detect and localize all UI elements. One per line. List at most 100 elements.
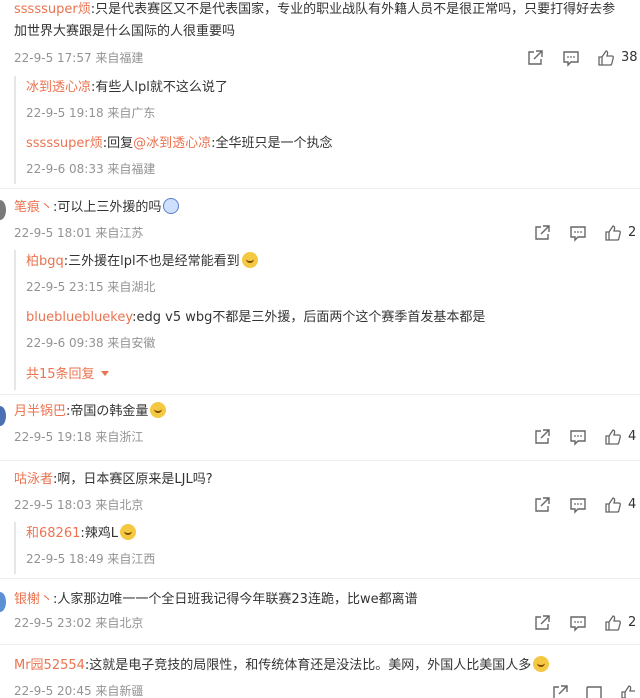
avatar[interactable] <box>0 406 6 426</box>
comment-icon <box>569 496 587 514</box>
comment-username[interactable]: 月半锅巴 <box>14 404 66 419</box>
reply-list: 冰到透心凉:有些人lpl就不这么说了 22-9-5 19:18 来自广东 sss… <box>14 76 640 184</box>
reply-prefix: :回复 <box>102 136 134 151</box>
comment-username[interactable]: sssssuper烦 <box>14 2 91 17</box>
like-icon <box>604 496 622 514</box>
reply-username[interactable]: 和68261 <box>26 526 80 541</box>
reply-username[interactable]: 冰到透心凉 <box>26 80 91 95</box>
reply-meta: 22-9-5 18:49 来自江西 <box>26 552 156 566</box>
avatar[interactable] <box>0 200 6 220</box>
like-count: 2 <box>628 615 637 630</box>
reply-list: 和68261:辣鸡L 22-9-5 18:49 来自江西 <box>14 522 640 574</box>
share-button[interactable] <box>533 428 551 446</box>
reply-item: bluebluebluekey:edg v5 wbg不都是三外援，后面两个这个赛… <box>26 308 485 328</box>
like-icon <box>604 428 622 446</box>
comment-icon <box>569 428 587 446</box>
like-button[interactable]: 4 <box>604 496 636 514</box>
share-button[interactable] <box>533 614 551 632</box>
comment-content: :啊，日本赛区原来是LJL吗? <box>53 472 213 487</box>
reply-meta: 22-9-5 23:15 来自湖北 <box>26 280 156 294</box>
reply-meta: 22-9-5 19:18 来自广东 <box>26 106 156 120</box>
reply-content: :辣鸡L <box>80 526 118 541</box>
reply-username[interactable]: bluebluebluekey <box>26 310 132 325</box>
reply-content: :edg v5 wbg不都是三外援，后面两个这个赛季首发基本都是 <box>132 310 486 325</box>
comment-button[interactable] <box>569 224 587 242</box>
share-icon <box>551 684 569 698</box>
caret-down-icon <box>100 371 109 376</box>
reply-meta: 22-9-6 09:38 来自安徽 <box>26 336 156 350</box>
like-count: 4 <box>628 429 637 444</box>
comment-button[interactable] <box>562 49 580 67</box>
reply-item: 冰到透心凉:有些人lpl就不这么说了 <box>26 78 228 98</box>
comment-content: :帝国の韩金量 <box>66 404 149 419</box>
more-replies-label: 共15条回复 <box>26 367 95 382</box>
comment-button[interactable] <box>585 684 603 698</box>
comment-button[interactable] <box>569 496 587 514</box>
share-icon <box>533 614 551 632</box>
like-icon <box>597 49 615 67</box>
comment-meta: 22-9-5 23:02 来自北京 <box>14 616 144 630</box>
divider <box>0 460 640 461</box>
comment-text: 咕泳者:啊，日本赛区原来是LJL吗? <box>14 470 213 490</box>
comment-text-cont: 加世界大赛跟是什么国际的人很重要吗 <box>14 24 236 39</box>
share-button[interactable] <box>533 224 551 242</box>
comment-meta: 22-9-5 19:18 来自浙江 <box>14 430 144 444</box>
reply-content: :全华班只是一个执念 <box>211 136 333 151</box>
reply-username[interactable]: sssssuper烦 <box>26 136 103 151</box>
comment-content: :这就是电子竞技的局限性，和传统体育还是没法比。美网，外国人比美国人多 <box>84 658 532 673</box>
comment-username[interactable]: 笔痕丶 <box>14 200 53 215</box>
comment-text: 银榭丶:人家那边唯一一个全日班我记得今年联赛23连跪，比we都离谱 <box>14 590 418 610</box>
emoji-icon <box>533 656 550 672</box>
comment-text: 笔痕丶:可以上三外援的吗 <box>14 198 180 218</box>
like-button[interactable]: 38 <box>597 49 638 67</box>
reply-list: 柏bgq:三外援在lpl不也是经常能看到 22-9-5 23:15 来自湖北 b… <box>14 250 640 390</box>
comment-button[interactable] <box>569 614 587 632</box>
reply-content: :三外援在lpl不也是经常能看到 <box>63 254 240 269</box>
comment-content: :可以上三外援的吗 <box>53 200 162 215</box>
comment-username[interactable]: 咕泳者 <box>14 472 53 487</box>
emoji-icon <box>163 198 180 214</box>
comment-username[interactable]: Mr园52554 <box>14 658 85 673</box>
like-count: 38 <box>621 50 638 65</box>
comment-content: :人家那边唯一一个全日班我记得今年联赛23连跪，比we都离谱 <box>53 592 418 607</box>
comment-meta: 22-9-5 18:03 来自北京 <box>14 498 144 512</box>
like-icon <box>620 684 638 698</box>
reply-item: 柏bgq:三外援在lpl不也是经常能看到 <box>26 252 258 272</box>
comment-meta: 22-9-5 20:45 来自新疆 <box>14 684 144 698</box>
avatar[interactable] <box>0 592 6 612</box>
share-icon <box>533 496 551 514</box>
comment-username[interactable]: 银榭丶 <box>14 592 53 607</box>
like-button[interactable] <box>620 684 638 698</box>
comment-meta: 22-9-5 18:01 来自江苏 <box>14 226 144 240</box>
comment-text: 月半锅巴:帝国の韩金量 <box>14 402 167 422</box>
comment-meta: 22-9-5 17:57 来自福建 <box>14 51 144 65</box>
like-icon <box>604 614 622 632</box>
emoji-icon <box>150 402 167 418</box>
like-button[interactable]: 2 <box>604 224 636 242</box>
comment-icon <box>585 684 603 698</box>
share-button[interactable] <box>526 49 544 67</box>
comment-icon <box>569 614 587 632</box>
divider <box>0 578 640 579</box>
comment-icon <box>562 49 580 67</box>
emoji-icon <box>119 524 136 540</box>
comment-icon <box>569 224 587 242</box>
share-button[interactable] <box>551 684 569 698</box>
like-button[interactable]: 2 <box>604 614 636 632</box>
more-replies-link[interactable]: 共15条回复 <box>26 366 109 384</box>
share-icon <box>533 224 551 242</box>
emoji-icon <box>241 252 258 268</box>
divider <box>0 644 640 645</box>
reply-item: sssssuper烦:回复@冰到透心凉:全华班只是一个执念 <box>26 134 333 154</box>
reply-meta: 22-9-6 08:33 来自福建 <box>26 162 156 176</box>
share-button[interactable] <box>533 496 551 514</box>
like-count: 4 <box>628 497 637 512</box>
reply-content: :有些人lpl就不这么说了 <box>91 80 228 95</box>
like-count: 2 <box>628 225 637 240</box>
comment-button[interactable] <box>569 428 587 446</box>
reply-username[interactable]: 柏bgq <box>26 254 64 269</box>
like-icon <box>604 224 622 242</box>
like-button[interactable]: 4 <box>604 428 636 446</box>
divider <box>0 188 640 189</box>
reply-mention[interactable]: @冰到透心凉 <box>133 136 211 151</box>
